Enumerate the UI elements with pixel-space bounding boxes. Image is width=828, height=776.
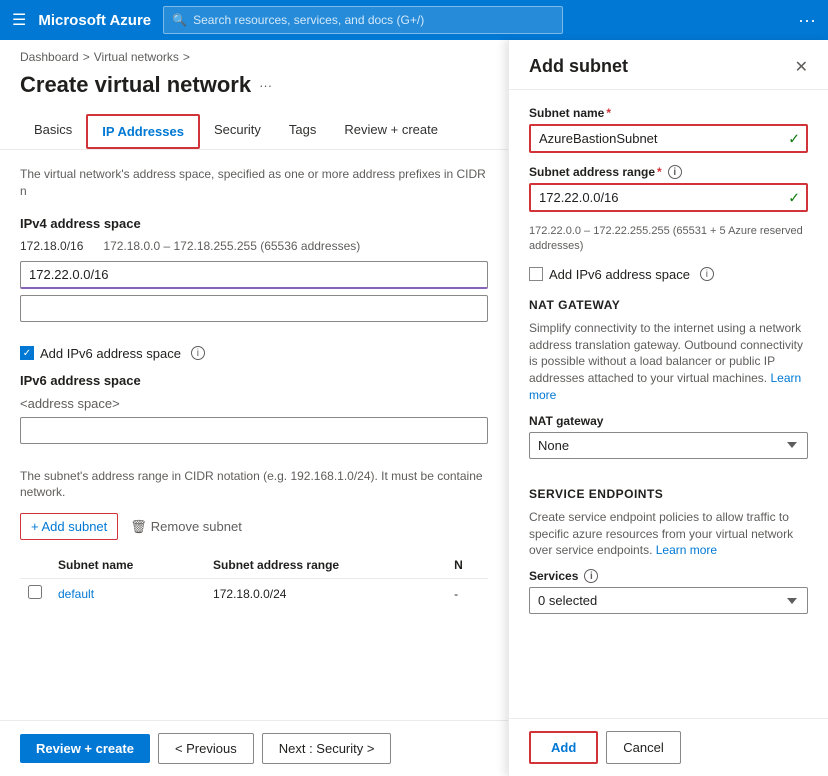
hamburger-icon[interactable]: ☰ [12, 10, 26, 30]
search-placeholder: Search resources, services, and docs (G+… [193, 13, 424, 27]
check-icon-2: ✓ [788, 189, 800, 206]
required-marker: * [606, 106, 611, 120]
ipv6-section: IPv6 address space <address space> [20, 373, 488, 456]
tab-basics[interactable]: Basics [20, 114, 86, 149]
subnet-n-cell: - [446, 579, 488, 609]
nav-bar: ☰ Microsoft Azure 🔍 Search resources, se… [0, 0, 828, 40]
col-n: N [446, 552, 488, 579]
review-create-button[interactable]: Review + create [20, 734, 150, 763]
col-subnet-range: Subnet address range [205, 552, 446, 579]
ipv6-checkbox-label: Add IPv6 address space [40, 346, 181, 361]
address-row: 172.18.0/16 172.18.0.0 – 172.18.255.255 … [20, 239, 488, 253]
nat-gateway-section: NAT GATEWAY Simplify connectivity to the… [529, 298, 808, 471]
add-button[interactable]: Add [529, 731, 598, 764]
subnet-table: Subnet name Subnet address range N defau… [20, 552, 488, 608]
panel-title: Add subnet [529, 56, 628, 77]
tab-review-create[interactable]: Review + create [330, 114, 452, 149]
check-icon: ✓ [788, 130, 800, 147]
subnet-description: The subnet's address range in CIDR notat… [20, 468, 488, 502]
ipv4-input-2[interactable] [20, 295, 488, 322]
ipv6-input[interactable] [20, 417, 488, 444]
panel-ipv6-checkbox-row[interactable]: Add IPv6 address space i [529, 267, 808, 282]
panel-content: Subnet name * ✓ Subnet address range * i… [509, 90, 828, 718]
panel-footer: Add Cancel [509, 718, 828, 776]
nat-gateway-select[interactable]: None [529, 432, 808, 459]
main-layout: Dashboard > Virtual networks > Create vi… [0, 40, 828, 776]
service-endpoints-section: SERVICE ENDPOINTS Create service endpoin… [529, 487, 808, 626]
tabs: Basics IP Addresses Security Tags Review… [0, 114, 508, 150]
ipv6-section-label: IPv6 address space [20, 373, 488, 388]
col-subnet-name: Subnet name [50, 552, 205, 579]
subnet-name-field: ✓ [529, 124, 808, 153]
subnet-address-label: Subnet address range * i [529, 165, 808, 179]
page-title: Create virtual network [20, 72, 251, 98]
trash-icon: 🗑 [130, 519, 147, 535]
content-area: The virtual network's address space, spe… [0, 150, 508, 720]
row-checkbox[interactable] [28, 585, 42, 599]
nat-description: Simplify connectivity to the internet us… [529, 320, 808, 404]
breadcrumb-virtual-networks[interactable]: Virtual networks [94, 50, 179, 64]
add-subnet-panel: Add subnet ✕ Subnet name * ✓ Subnet addr… [508, 40, 828, 776]
panel-ipv6-checkbox[interactable] [529, 267, 543, 281]
required-marker-2: * [657, 165, 662, 179]
address-main: 172.18.0/16 [20, 239, 83, 253]
breadcrumb-dashboard[interactable]: Dashboard [20, 50, 79, 64]
previous-button[interactable]: < Previous [158, 733, 254, 764]
subnet-address-input[interactable] [529, 183, 808, 212]
subnet-range-cell: 172.18.0.0/24 [205, 579, 446, 609]
subnet-name-cell[interactable]: default [50, 579, 205, 609]
ipv4-input[interactable] [20, 261, 488, 289]
nat-gateway-label: NAT gateway [529, 414, 808, 428]
left-panel: Dashboard > Virtual networks > Create vi… [0, 40, 508, 776]
tab-tags[interactable]: Tags [275, 114, 330, 149]
ipv4-section-label: IPv4 address space [20, 216, 488, 231]
page-title-more-icon[interactable]: ··· [259, 78, 272, 93]
breadcrumb: Dashboard > Virtual networks > [0, 40, 508, 68]
page-title-row: Create virtual network ··· [0, 68, 508, 114]
footer: Review + create < Previous Next : Securi… [0, 720, 508, 776]
subnet-address-field: ✓ [529, 183, 808, 212]
service-learn-more-link[interactable]: Learn more [656, 543, 717, 557]
nav-more-icon[interactable]: ··· [798, 10, 816, 31]
subnet-name-label: Subnet name * [529, 106, 808, 120]
search-icon: 🔍 [172, 13, 187, 27]
panel-header: Add subnet ✕ [509, 40, 828, 90]
address-range: 172.18.0.0 – 172.18.255.255 (65536 addre… [103, 239, 360, 253]
tab-security[interactable]: Security [200, 114, 275, 149]
nat-gateway-title: NAT GATEWAY [529, 298, 808, 312]
ipv6-checkbox[interactable]: ✓ [20, 346, 34, 360]
services-label: Services i [529, 569, 808, 583]
close-panel-button[interactable]: ✕ [795, 57, 808, 77]
service-description: Create service endpoint policies to allo… [529, 509, 808, 559]
ipv6-info-icon[interactable]: i [191, 346, 205, 360]
add-subnet-button[interactable]: + Add subnet [20, 513, 118, 540]
remove-subnet-button[interactable]: 🗑 Remove subnet [130, 519, 242, 535]
address-space-placeholder: <address space> [20, 396, 488, 411]
nat-learn-more-link[interactable]: Learn more [529, 371, 801, 402]
content-description: The virtual network's address space, spe… [20, 166, 488, 200]
cancel-button[interactable]: Cancel [606, 731, 680, 764]
search-bar[interactable]: 🔍 Search resources, services, and docs (… [163, 6, 563, 34]
subnet-name-input[interactable] [529, 124, 808, 153]
breadcrumb-sep1: > [83, 50, 90, 64]
breadcrumb-sep2: > [183, 50, 190, 64]
tab-ip-addresses[interactable]: IP Addresses [86, 114, 200, 149]
ipv6-checkbox-row[interactable]: ✓ Add IPv6 address space i [20, 346, 488, 361]
address-info-icon[interactable]: i [668, 165, 682, 179]
service-endpoints-title: SERVICE ENDPOINTS [529, 487, 808, 501]
panel-ipv6-label: Add IPv6 address space [549, 267, 690, 282]
address-hint: 172.22.0.0 – 172.22.255.255 (65531 + 5 A… [529, 224, 808, 255]
app-title: Microsoft Azure [38, 12, 151, 29]
services-info-icon[interactable]: i [584, 569, 598, 583]
panel-ipv6-info-icon[interactable]: i [700, 267, 714, 281]
table-row: default 172.18.0.0/24 - [20, 579, 488, 609]
services-select[interactable]: 0 selected [529, 587, 808, 614]
next-button[interactable]: Next : Security > [262, 733, 392, 764]
